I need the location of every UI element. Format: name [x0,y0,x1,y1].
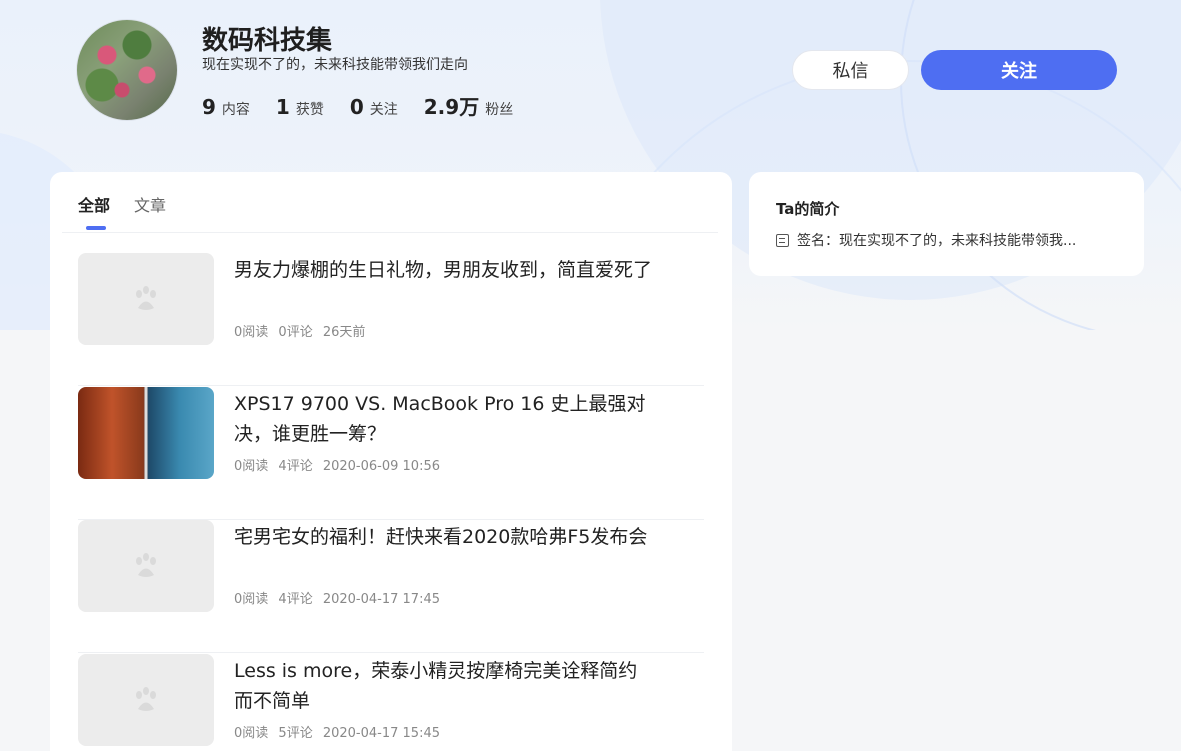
article-meta: 0阅读 5评论 2020-04-17 15:45 [234,722,446,741]
article-item[interactable]: XPS17 9700 VS. MacBook Pro 16 史上最强对决，谁更胜… [78,387,704,520]
signature-text: 签名：现在实现不了的，未来科技能带领我... [797,233,1077,249]
article-reads: 0阅读 [234,325,269,340]
article-title[interactable]: 宅男宅女的福利！赶快来看2020款哈弗F5发布会 [234,522,654,552]
article-item[interactable]: Less is more，荣泰小精灵按摩椅完美诠释简约而不简单 0阅读 5评论 … [78,654,704,751]
profile-motto: 现在实现不了的，未来科技能带领我们走向 [202,57,468,73]
document-icon [776,233,789,247]
article-comments: 0评论 [278,325,313,340]
tab-articles[interactable]: 文章 [134,192,166,232]
stat-following[interactable]: 0 关注 [350,95,398,119]
article-title[interactable]: XPS17 9700 VS. MacBook Pro 16 史上最强对决，谁更胜… [234,389,654,449]
placeholder-paw-icon [136,286,156,310]
signature-row: 签名：现在实现不了的，未来科技能带领我... [776,230,1076,250]
content-tabs: 全部 文章 [78,192,190,232]
stat-value: 1 [275,95,290,119]
stat-value: 0 [349,95,364,119]
stat-value: 9 [202,95,216,119]
stat-likes: 1 获赞 [276,95,324,119]
article-thumbnail[interactable] [78,253,214,345]
article-title[interactable]: 男友力爆棚的生日礼物，男朋友收到，简直爱死了 [234,255,654,285]
article-meta: 0阅读 0评论 26天前 [234,321,371,340]
article-thumbnail[interactable] [78,387,214,479]
tab-active-indicator [86,226,106,230]
article-reads: 0阅读 [234,726,269,741]
content-card: 全部 文章 男友力爆棚的生日礼物，男朋友收到，简直爱死了 0阅读 0评论 26天… [50,172,732,751]
stat-label: 粉丝 [485,102,514,118]
article-thumbnail[interactable] [78,654,214,746]
article-thumbnail[interactable] [78,520,214,612]
placeholder-paw-icon [136,553,156,577]
stat-value: 2.9万 [423,95,480,119]
article-comments: 4评论 [278,459,313,474]
message-button[interactable]: 私信 [792,50,909,90]
stat-content[interactable]: 9 内容 [202,95,250,119]
article-time: 2020-04-17 17:45 [322,592,440,607]
intro-title: Ta的简介 [776,200,840,218]
stat-label: 获赞 [295,102,324,118]
article-meta: 0阅读 4评论 2020-04-17 17:45 [234,588,446,607]
profile-name: 数码科技集 [202,26,333,56]
article-time: 2020-06-09 10:56 [322,459,440,474]
article-item[interactable]: 男友力爆棚的生日礼物，男朋友收到，简直爱死了 0阅读 0评论 26天前 [78,253,704,386]
tab-all[interactable]: 全部 [78,192,110,232]
article-reads: 0阅读 [234,592,269,607]
divider [62,232,718,233]
follow-button[interactable]: 关注 [921,50,1117,90]
avatar[interactable] [76,19,178,121]
intro-card: Ta的简介 签名：现在实现不了的，未来科技能带领我... [749,172,1144,276]
stat-followers[interactable]: 2.9万 粉丝 [424,91,513,120]
article-meta: 0阅读 4评论 2020-06-09 10:56 [234,455,446,474]
profile-header: 数码科技集 现在实现不了的，未来科技能带领我们走向 9 内容 1 获赞 0 关注… [0,0,1181,150]
placeholder-paw-icon [136,687,156,711]
article-item[interactable]: 宅男宅女的福利！赶快来看2020款哈弗F5发布会 0阅读 4评论 2020-04… [78,520,704,653]
stat-label: 关注 [369,102,398,118]
article-time: 2020-04-17 15:45 [322,726,440,741]
article-title[interactable]: Less is more，荣泰小精灵按摩椅完美诠释简约而不简单 [234,656,654,716]
tab-label: 文章 [134,196,167,215]
article-comments: 4评论 [278,592,313,607]
profile-stats: 9 内容 1 获赞 0 关注 2.9万 粉丝 [202,91,539,120]
article-time: 26天前 [322,325,366,340]
tab-label: 全部 [78,196,111,215]
article-reads: 0阅读 [234,459,269,474]
article-comments: 5评论 [278,726,313,741]
stat-label: 内容 [221,102,250,118]
